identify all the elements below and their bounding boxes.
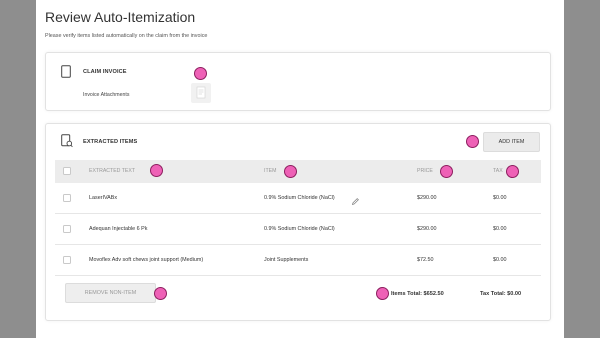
highlight-marker: [440, 165, 453, 178]
table-row[interactable]: Movoflex Adv soft chews joint support (M…: [55, 245, 541, 276]
table-row[interactable]: Adequan Injectable 6 Pk 0.9% Sodium Chlo…: [55, 214, 541, 245]
price-cell: $72.50: [417, 257, 434, 263]
row-checkbox[interactable]: [63, 194, 71, 202]
extracted-text-cell: Adequan Injectable 6 Pk: [89, 226, 148, 232]
items-total: Items Total: $652.50: [391, 291, 444, 297]
invoice-attachment-thumbnail[interactable]: [191, 83, 211, 103]
table-header: EXTRACTED TEXT ITEM PRICE TAX: [55, 160, 541, 183]
highlight-marker: [284, 165, 297, 178]
extracted-items-card: EXTRACTED ITEMS ADD ITEM EXTRACTED TEXT …: [45, 123, 551, 321]
item-cell[interactable]: Joint Supplements: [264, 257, 308, 263]
row-checkbox[interactable]: [63, 256, 71, 264]
highlight-marker: [194, 67, 207, 80]
price-cell: $290.00: [417, 226, 437, 232]
tax-total: Tax Total: $0.00: [480, 291, 522, 297]
remove-non-item-button[interactable]: REMOVE NON-ITEM: [65, 283, 156, 303]
column-header-price[interactable]: PRICE: [417, 168, 433, 174]
tax-cell: $0.00: [493, 226, 507, 232]
price-cell: $290.00: [417, 195, 437, 201]
edit-pencil-icon[interactable]: [351, 193, 360, 206]
file-icon: [196, 86, 206, 99]
extracted-text-cell: Movoflex Adv soft chews joint support (M…: [89, 257, 204, 263]
highlight-marker: [150, 164, 163, 177]
item-cell[interactable]: 0.9% Sodium Chloride (NaCl): [264, 226, 335, 232]
invoice-attachments-label: Invoice Attachments: [83, 92, 130, 98]
review-panel: Review Auto-Itemization Please verify it…: [36, 0, 564, 338]
page-subtitle: Please verify items listed automatically…: [45, 33, 208, 39]
column-header-extracted-text[interactable]: EXTRACTED TEXT: [89, 168, 135, 174]
tax-cell: $0.00: [493, 195, 507, 201]
highlight-marker: [506, 165, 519, 178]
row-checkbox[interactable]: [63, 225, 71, 233]
page-title: Review Auto-Itemization: [45, 9, 196, 25]
extracted-text-cell: LaserIVABx: [89, 195, 118, 201]
column-header-tax[interactable]: TAX: [493, 168, 503, 174]
claim-invoice-card: CLAIM INVOICE Invoice Attachments: [45, 52, 551, 111]
extracted-items-title: EXTRACTED ITEMS: [83, 139, 138, 145]
select-all-checkbox[interactable]: [63, 167, 71, 175]
add-item-button[interactable]: ADD ITEM: [483, 132, 540, 152]
table-row[interactable]: LaserIVABx 0.9% Sodium Chloride (NaCl) $…: [55, 183, 541, 214]
highlight-marker: [466, 135, 479, 148]
document-search-icon: [61, 134, 73, 148]
tax-cell: $0.00: [493, 257, 507, 263]
highlight-marker: [154, 287, 167, 300]
document-icon: [61, 65, 71, 78]
claim-invoice-title: CLAIM INVOICE: [83, 69, 127, 75]
item-cell[interactable]: 0.9% Sodium Chloride (NaCl): [264, 195, 335, 201]
column-header-item[interactable]: ITEM: [264, 168, 276, 174]
highlight-marker: [376, 287, 389, 300]
